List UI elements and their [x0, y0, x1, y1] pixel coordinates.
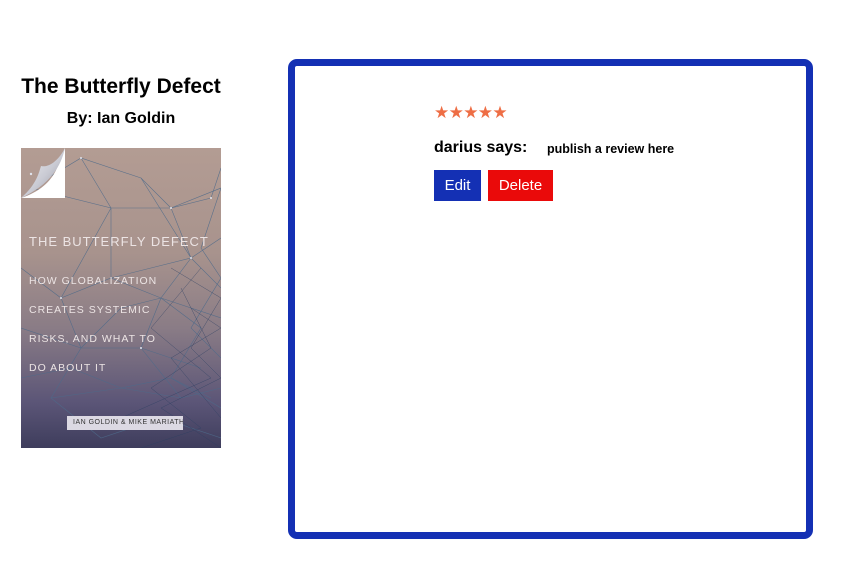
cover-subtitle-line: HOW GLOBALIZATION	[29, 275, 158, 287]
cover-subtitle-line: DO ABOUT IT	[29, 362, 107, 374]
star-icon: ★	[463, 103, 479, 123]
edit-button[interactable]: Edit	[434, 170, 481, 201]
star-icon: ★	[448, 103, 464, 123]
star-icon: ★	[434, 103, 450, 123]
star-rating: ★ ★ ★ ★ ★	[434, 103, 508, 123]
cover-authors: IAN GOLDIN & MIKE MARIATHASAN	[67, 416, 183, 430]
star-icon: ★	[477, 103, 494, 123]
cover-subtitle-line: CREATES SYSTEMIC	[29, 304, 151, 316]
book-info: The Butterfly Defect By: Ian Goldin THE …	[10, 72, 232, 448]
book-title: The Butterfly Defect	[21, 75, 221, 98]
star-icon: ★	[492, 103, 508, 123]
review-panel: ★ ★ ★ ★ ★ darius says: publish a review …	[288, 59, 813, 539]
cover-title: THE BUTTERFLY DEFECT	[29, 234, 209, 249]
page: The Butterfly Defect By: Ian Goldin THE …	[0, 0, 852, 582]
review-text: publish a review here	[547, 142, 675, 156]
page-curl-icon	[21, 148, 65, 198]
book-author: By: Ian Goldin	[66, 110, 176, 127]
delete-button[interactable]: Delete	[488, 170, 553, 201]
book-cover-image: THE BUTTERFLY DEFECT HOW GLOBALIZATION C…	[21, 148, 221, 448]
cover-subtitle-line: RISKS, AND WHAT TO	[29, 333, 156, 345]
reviewer-name: darius says:	[434, 139, 528, 156]
